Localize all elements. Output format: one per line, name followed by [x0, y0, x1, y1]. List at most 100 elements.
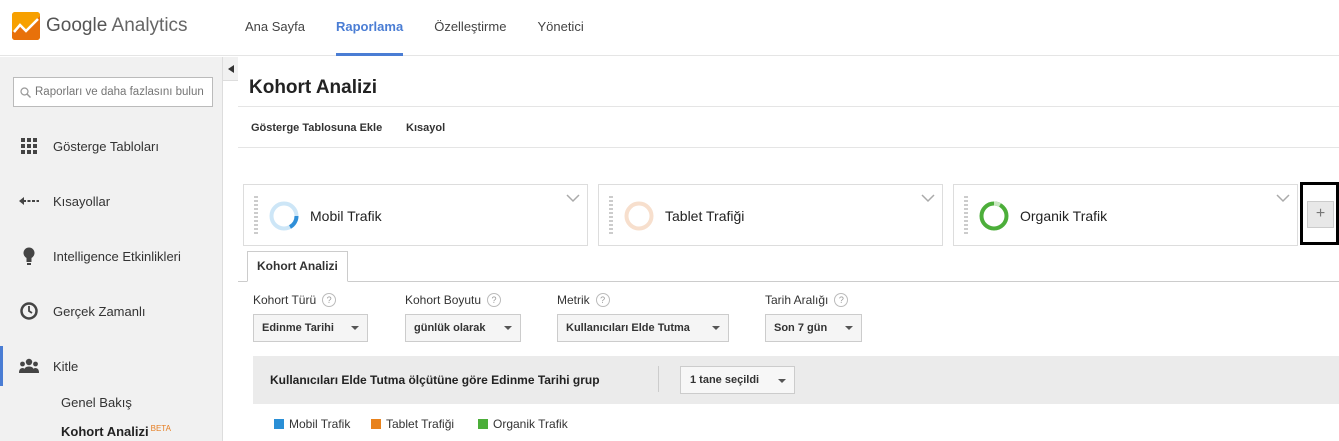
dropdown-arrow-icon — [778, 379, 786, 383]
legend-item-tablet-trafigi: Tablet Trafiği — [371, 417, 454, 431]
title-bar: Kohort Analizi — [238, 57, 1339, 107]
chevron-down-icon[interactable] — [1276, 194, 1290, 203]
group-selector-dropdown[interactable]: 1 tane seçildi — [680, 366, 795, 394]
drag-handle[interactable] — [254, 196, 258, 236]
shortcut-button[interactable]: Kısayol — [406, 122, 445, 134]
actions-bar: Gösterge Tablosuna Ekle Kısayol — [238, 107, 1339, 148]
tab-divider — [238, 281, 1339, 282]
logo-product-text: Analytics — [111, 15, 188, 36]
chevron-left-icon — [227, 64, 234, 73]
add-to-dashboard-button[interactable]: Gösterge Tablosuna Ekle — [251, 122, 382, 134]
control-label: Kohort Boyutu — [405, 293, 482, 307]
legend-swatch — [371, 419, 381, 429]
cohort-type-label: Kohort Türü? — [253, 293, 337, 307]
segment-name: Tablet Trafiği — [665, 208, 745, 224]
segment-name: Organik Trafik — [1020, 208, 1108, 224]
legend-item-mobil-trafik: Mobil Trafik — [274, 417, 350, 431]
search-icon — [20, 86, 31, 98]
shortcut-arrow-icon — [19, 196, 39, 206]
control-label: Tarih Aralığı — [765, 293, 829, 307]
legend-label: Tablet Trafiği — [386, 417, 455, 431]
main-content: Kohort Analizi Gösterge Tablosuna Ekle K… — [238, 57, 1339, 441]
chevron-down-icon[interactable] — [566, 194, 580, 203]
cohort-size-dropdown[interactable]: günlük olarak — [405, 314, 521, 342]
sidebar-item-label: Kitle — [53, 358, 79, 374]
date-range-dropdown[interactable]: Son 7 gün — [765, 314, 862, 342]
sidebar-item-kitle[interactable]: Kitle — [0, 346, 222, 386]
analytics-logo-icon — [12, 12, 40, 40]
add-segment-button[interactable]: + — [1307, 201, 1334, 228]
legend-swatch — [478, 419, 488, 429]
segment-name: Mobil Trafik — [310, 208, 382, 224]
dropdown-value: Son 7 gün — [774, 322, 828, 334]
cohort-size-label: Kohort Boyutu? — [405, 293, 502, 307]
help-icon[interactable]: ? — [322, 293, 337, 307]
segment-card-organik-trafik[interactable]: Organik Trafik — [953, 184, 1298, 246]
page-title: Kohort Analizi — [249, 77, 378, 98]
sidebar-sub-genel-bakis[interactable]: Genel Bakış — [61, 395, 132, 410]
segment-ring-icon — [979, 201, 1009, 231]
sidebar-sub-label: Kohort Analizi — [61, 424, 149, 439]
sidebar-sub-kohort-analizi[interactable]: Kohort Analizi BETA — [61, 424, 171, 439]
control-label: Metrik — [557, 293, 590, 307]
sidebar-item-label: Intelligence Etkinlikleri — [53, 248, 181, 264]
drag-handle[interactable] — [964, 196, 968, 236]
sidebar-item-kisayollar[interactable]: Kısayollar — [0, 181, 222, 221]
dropdown-value: Edinme Tarihi — [262, 322, 334, 334]
divider — [658, 366, 659, 392]
dropdown-arrow-icon — [845, 326, 853, 330]
control-label: Kohort Türü — [253, 293, 317, 307]
group-bar: Kullanıcıları Elde Tutma ölçütüne göre E… — [253, 356, 1339, 404]
dropdown-value: günlük olarak — [414, 322, 486, 334]
add-segment-highlight: + — [1300, 182, 1339, 245]
segment-card-tablet-trafigi[interactable]: Tablet Trafiği — [598, 184, 943, 246]
nav-ana-sayfa[interactable]: Ana Sayfa — [245, 0, 305, 56]
clock-icon — [19, 302, 39, 320]
metric-dropdown[interactable]: Kullanıcıları Elde Tutma — [557, 314, 729, 342]
metric-label: Metrik? — [557, 293, 610, 307]
collapse-sidebar-button[interactable] — [223, 57, 238, 81]
beta-badge: BETA — [150, 424, 171, 433]
legend-label: Mobil Trafik — [289, 417, 351, 431]
legend-swatch — [274, 419, 284, 429]
sidebar-collapse-strip — [222, 57, 238, 441]
help-icon[interactable]: ? — [487, 293, 502, 307]
drag-handle[interactable] — [609, 196, 613, 236]
sidebar-item-label: Kısayollar — [53, 193, 111, 209]
dropdown-value: Kullanıcıları Elde Tutma — [566, 322, 690, 334]
sidebar-item-label: Gösterge Tabloları — [53, 138, 159, 154]
cohort-type-dropdown[interactable]: Edinme Tarihi — [253, 314, 368, 342]
top-bar: Google Analytics Ana Sayfa Raporlama Öze… — [0, 0, 1339, 56]
segment-ring-icon — [624, 201, 654, 231]
legend-item-organik-trafik: Organik Trafik — [478, 417, 568, 431]
nav-yonetici[interactable]: Yönetici — [537, 0, 583, 56]
grid-icon — [19, 138, 39, 154]
dropdown-arrow-icon — [712, 326, 720, 330]
sidebar-search[interactable] — [13, 77, 213, 107]
logo-google-text: Google — [46, 15, 108, 36]
sidebar-item-label: Gerçek Zamanlı — [53, 303, 146, 319]
dropdown-arrow-icon — [351, 326, 359, 330]
search-input[interactable] — [35, 86, 210, 98]
lightbulb-icon — [19, 247, 39, 265]
sidebar-item-intelligence[interactable]: Intelligence Etkinlikleri — [0, 236, 222, 276]
legend-label: Organik Trafik — [493, 417, 568, 431]
sidebar-item-gosterge-tablolari[interactable]: Gösterge Tabloları — [0, 126, 222, 166]
nav-raporlama[interactable]: Raporlama — [336, 0, 404, 56]
segment-card-mobil-trafik[interactable]: Mobil Trafik — [243, 184, 588, 246]
tab-kohort-analizi[interactable]: Kohort Analizi — [247, 251, 348, 282]
people-icon — [19, 358, 39, 374]
help-icon[interactable]: ? — [595, 293, 610, 307]
sidebar: Gösterge Tabloları Kısayollar Intelligen… — [0, 57, 222, 441]
group-title: Kullanıcıları Elde Tutma ölçütüne göre E… — [270, 373, 600, 387]
google-analytics-logo[interactable]: Google Analytics — [12, 10, 188, 42]
dropdown-value: 1 tane seçildi — [690, 374, 760, 386]
sidebar-item-gercek-zamanli[interactable]: Gerçek Zamanlı — [0, 291, 222, 331]
segment-ring-icon — [269, 201, 299, 231]
nav-ozellestirme[interactable]: Özelleştirme — [434, 0, 506, 56]
help-icon[interactable]: ? — [834, 293, 849, 307]
dropdown-arrow-icon — [504, 326, 512, 330]
main-nav: Ana Sayfa Raporlama Özelleştirme Yönetic… — [245, 0, 615, 56]
chevron-down-icon[interactable] — [921, 194, 935, 203]
date-range-label: Tarih Aralığı? — [765, 293, 849, 307]
